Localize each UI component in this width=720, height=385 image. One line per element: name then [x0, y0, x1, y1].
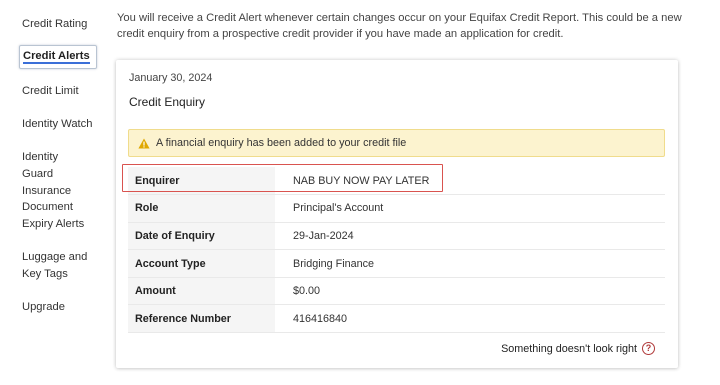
row-value: 29-Jan-2024 [275, 222, 665, 251]
intro-description: You will receive a Credit Alert whenever… [117, 12, 682, 40]
table-row: Reference Number 416416840 [128, 304, 665, 334]
sidebar-item-label: Credit Alerts [23, 50, 90, 64]
table-row: Amount $0.00 [128, 277, 665, 306]
sidebar-item-luggage-key-tags[interactable]: Luggage and Key Tags [22, 249, 92, 283]
row-label: Enquirer [128, 167, 275, 196]
sidebar-item-identity-watch[interactable]: Identity Watch [22, 116, 110, 133]
table-row: Enquirer NAB BUY NOW PAY LATER [128, 167, 665, 196]
row-value: Bridging Finance [275, 249, 665, 278]
alert-title: Credit Enquiry [129, 95, 206, 109]
table-row: Date of Enquiry 29-Jan-2024 [128, 222, 665, 251]
row-value: NAB BUY NOW PAY LATER [275, 167, 665, 196]
row-label: Amount [128, 277, 275, 306]
sidebar-nav: Credit Rating Credit Alerts Credit Limit… [0, 0, 112, 385]
warning-triangle-icon [138, 138, 150, 148]
notice-text: A financial enquiry has been added to yo… [156, 137, 407, 149]
sidebar-item-credit-alerts[interactable]: Credit Alerts [19, 45, 97, 69]
sidebar-item-identity-guard-insurance[interactable]: Identity Guard Insurance [22, 149, 92, 200]
table-row: Role Principal's Account [128, 194, 665, 223]
row-value: $0.00 [275, 277, 665, 306]
row-label: Date of Enquiry [128, 222, 275, 251]
enquiry-details-table: Enquirer NAB BUY NOW PAY LATER Role Prin… [128, 167, 665, 334]
credit-alerts-page: Credit Rating Credit Alerts Credit Limit… [0, 0, 720, 385]
alert-date: January 30, 2024 [129, 72, 213, 84]
row-value: Principal's Account [275, 194, 665, 223]
sidebar-item-credit-rating[interactable]: Credit Rating [22, 16, 110, 33]
table-row: Account Type Bridging Finance [128, 249, 665, 278]
question-circle-icon[interactable]: ? [642, 342, 655, 355]
row-label: Account Type [128, 249, 275, 278]
sidebar-item-credit-limit[interactable]: Credit Limit [22, 83, 110, 100]
row-value: 416416840 [275, 304, 665, 334]
credit-alert-card: January 30, 2024 Credit Enquiry A financ… [116, 60, 678, 368]
row-label: Role [128, 194, 275, 223]
help-link-label: Something doesn't look right [501, 342, 637, 355]
something-wrong-link[interactable]: Something doesn't look right ? [501, 342, 655, 355]
notice-banner: A financial enquiry has been added to yo… [128, 129, 665, 157]
sidebar-item-upgrade[interactable]: Upgrade [22, 299, 110, 316]
sidebar-item-document-expiry-alerts[interactable]: Document Expiry Alerts [22, 199, 92, 233]
row-label: Reference Number [128, 304, 275, 334]
